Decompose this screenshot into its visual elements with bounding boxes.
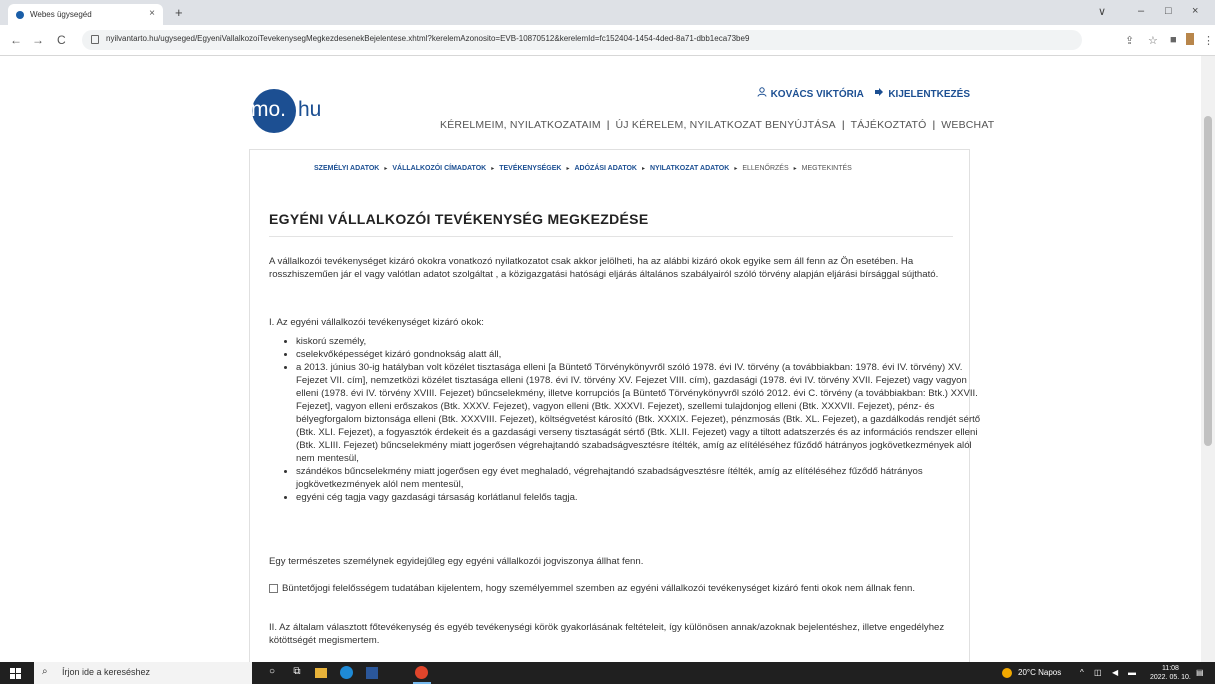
clock-date: 2022. 05. 10. <box>1150 674 1191 681</box>
nav-separator: | <box>932 119 936 131</box>
chrome-icon[interactable] <box>415 666 428 679</box>
step-tax-data[interactable]: ADÓZÁSI ADATOK <box>574 165 636 172</box>
share-icon[interactable]: ⇪ <box>1125 34 1134 47</box>
task-view-icon[interactable]: ⧉ <box>290 666 304 680</box>
search-placeholder: Írjon ide a kereséshez <box>62 667 151 677</box>
nav-my-requests[interactable]: KÉRELMEIM, NYILATKOZATAIM <box>440 119 601 131</box>
file-explorer-icon[interactable] <box>315 668 327 678</box>
side-panel-icon[interactable]: ■ <box>1170 34 1177 46</box>
section-1-heading: I. Az egyéni vállalkozói tevékenységet k… <box>269 317 484 328</box>
exclusion-reasons-list: kiskorú személy, cselekvőképességet kizá… <box>269 335 986 504</box>
step-arrow-icon: ▸ <box>641 166 645 172</box>
section-2-text: II. Az általam választott főtevékenység … <box>269 622 945 646</box>
nav-separator: | <box>841 119 845 131</box>
browser-tab-strip: Webes ügysegéd × + ∨ – □ × <box>0 0 1215 25</box>
nav-info[interactable]: TÁJÉKOZTATÓ <box>851 119 927 131</box>
site-favicon-icon <box>16 11 24 19</box>
logo-hu-text: hu <box>298 98 322 121</box>
tray-chevron-icon[interactable]: ^ <box>1080 668 1084 677</box>
list-item: szándékos bűncselekmény miatt jogerősen … <box>296 465 986 491</box>
weather-text[interactable]: 20°C Napos <box>1018 668 1061 677</box>
step-declaration-data[interactable]: NYILATKOZAT ADATOK <box>650 165 729 172</box>
search-icon: ⌕ <box>42 666 48 677</box>
lock-icon[interactable] <box>91 35 99 44</box>
title-divider <box>269 236 953 237</box>
page-title: EGYÉNI VÁLLALKOZÓI TEVÉKENYSÉG MEGKEZDÉS… <box>269 211 649 227</box>
back-button[interactable]: ← <box>10 33 22 47</box>
windows-start-icon[interactable] <box>10 668 21 679</box>
declaration-1-label[interactable]: Büntetőjogi felelősségem tudatában kijel… <box>282 583 915 594</box>
step-address-data[interactable]: VÁLLALKOZÓI CÍMADATOK <box>392 165 486 172</box>
browser-toolbar: ← → C nyilvantarto.hu/ugyseged/EgyeniVal… <box>0 25 1215 56</box>
extension-icon[interactable] <box>1186 33 1194 45</box>
nav-new-request[interactable]: ÚJ KÉRELEM, NYILATKOZAT BENYÚJTÁSA <box>616 119 836 131</box>
list-item: cselekvőképességet kizáró gondnokság ala… <box>296 348 986 361</box>
intro-paragraph: A vállalkozói tevékenységet kizáró okokr… <box>269 256 939 280</box>
address-bar[interactable]: nyilvantarto.hu/ugyseged/EgyeniVallalkoz… <box>82 30 1082 50</box>
user-icon <box>757 87 767 100</box>
browser-tab[interactable]: Webes ügysegéd × <box>8 4 163 25</box>
close-window-button[interactable]: × <box>1192 5 1198 17</box>
browser-menu-icon[interactable]: ⋮ <box>1203 34 1214 47</box>
tab-title: Webes ügysegéd <box>30 10 92 19</box>
wizard-steps: SZEMÉLYI ADATOK ▸ VÁLLALKOZÓI CÍMADATOK ▸ TE… <box>314 165 852 172</box>
declaration-1-checkbox[interactable] <box>269 583 278 593</box>
network-icon[interactable]: ◫ <box>1094 668 1102 677</box>
maximize-button[interactable]: □ <box>1165 5 1172 17</box>
word-icon[interactable] <box>366 667 378 679</box>
os-taskbar: ⌕ Írjon ide a kereséshez ○ ⧉ 20°C Napos … <box>0 662 1215 684</box>
edge-icon[interactable] <box>340 666 353 679</box>
language-icon[interactable]: ▬ <box>1128 668 1136 677</box>
cortana-icon[interactable]: ○ <box>265 666 279 680</box>
step-personal-data[interactable]: SZEMÉLYI ADATOK <box>314 165 379 172</box>
tab-search-icon[interactable]: ∨ <box>1098 5 1106 18</box>
step-arrow-icon: ▸ <box>566 166 570 172</box>
notification-icon[interactable]: ▤ <box>1196 668 1204 677</box>
nav-separator: | <box>606 119 610 131</box>
single-relationship-note: Egy természetes személynek egyidejűleg e… <box>269 556 644 567</box>
step-check: ELLENŐRZÉS <box>742 165 789 172</box>
main-navigation: KÉRELMEIM, NYILATKOZATAIM | ÚJ KÉRELEM, NY… <box>440 119 994 131</box>
system-clock[interactable]: 11:08 2022. 05. 10. <box>1150 664 1191 682</box>
step-arrow-icon: ▸ <box>491 166 495 172</box>
taskbar-search-box[interactable]: ⌕ Írjon ide a kereséshez <box>34 662 252 684</box>
declaration-1-row: Büntetőjogi felelősségem tudatában kijel… <box>269 582 959 595</box>
reload-button[interactable]: C <box>57 33 66 47</box>
new-tab-button[interactable]: + <box>175 5 183 20</box>
tab-close-icon[interactable]: × <box>149 8 155 19</box>
scrollbar-thumb[interactable] <box>1204 116 1212 446</box>
form-card: SZEMÉLYI ADATOK ▸ VÁLLALKOZÓI CÍMADATOK ▸ TE… <box>249 149 980 671</box>
logout-icon <box>874 87 884 100</box>
step-arrow-icon: ▸ <box>384 166 388 172</box>
forward-button[interactable]: → <box>32 33 44 47</box>
list-item: kiskorú személy, <box>296 335 986 348</box>
address-url[interactable]: nyilvantarto.hu/ugyseged/EgyeniVallalkoz… <box>106 34 749 43</box>
user-bar: KOVÁCS VIKTÓRIA KIJELENTKEZÉS <box>757 87 970 100</box>
logo-mo-text: mo. <box>251 98 287 121</box>
logout-link[interactable]: KIJELENTKEZÉS <box>888 89 970 100</box>
nav-webchat[interactable]: WEBCHAT <box>941 119 994 131</box>
step-arrow-icon: ▸ <box>734 166 738 172</box>
bookmark-star-icon[interactable]: ☆ <box>1148 34 1158 47</box>
minimize-button[interactable]: – <box>1138 5 1144 17</box>
weather-sun-icon[interactable] <box>1002 668 1012 678</box>
list-item: a 2013. június 30-ig hatályban volt közé… <box>296 361 986 465</box>
volume-icon[interactable]: ◀ <box>1112 668 1118 677</box>
step-review: MEGTEKINTÉS <box>801 165 852 172</box>
step-activities[interactable]: TEVÉKENYSÉGEK <box>499 165 561 172</box>
step-arrow-icon: ▸ <box>793 166 797 172</box>
page-scrollbar[interactable] <box>1201 56 1215 662</box>
list-item: egyéni cég tagja vagy gazdasági társaság… <box>296 491 986 504</box>
clock-time: 11:08 <box>1161 665 1179 672</box>
user-name-link[interactable]: KOVÁCS VIKTÓRIA <box>771 89 864 100</box>
